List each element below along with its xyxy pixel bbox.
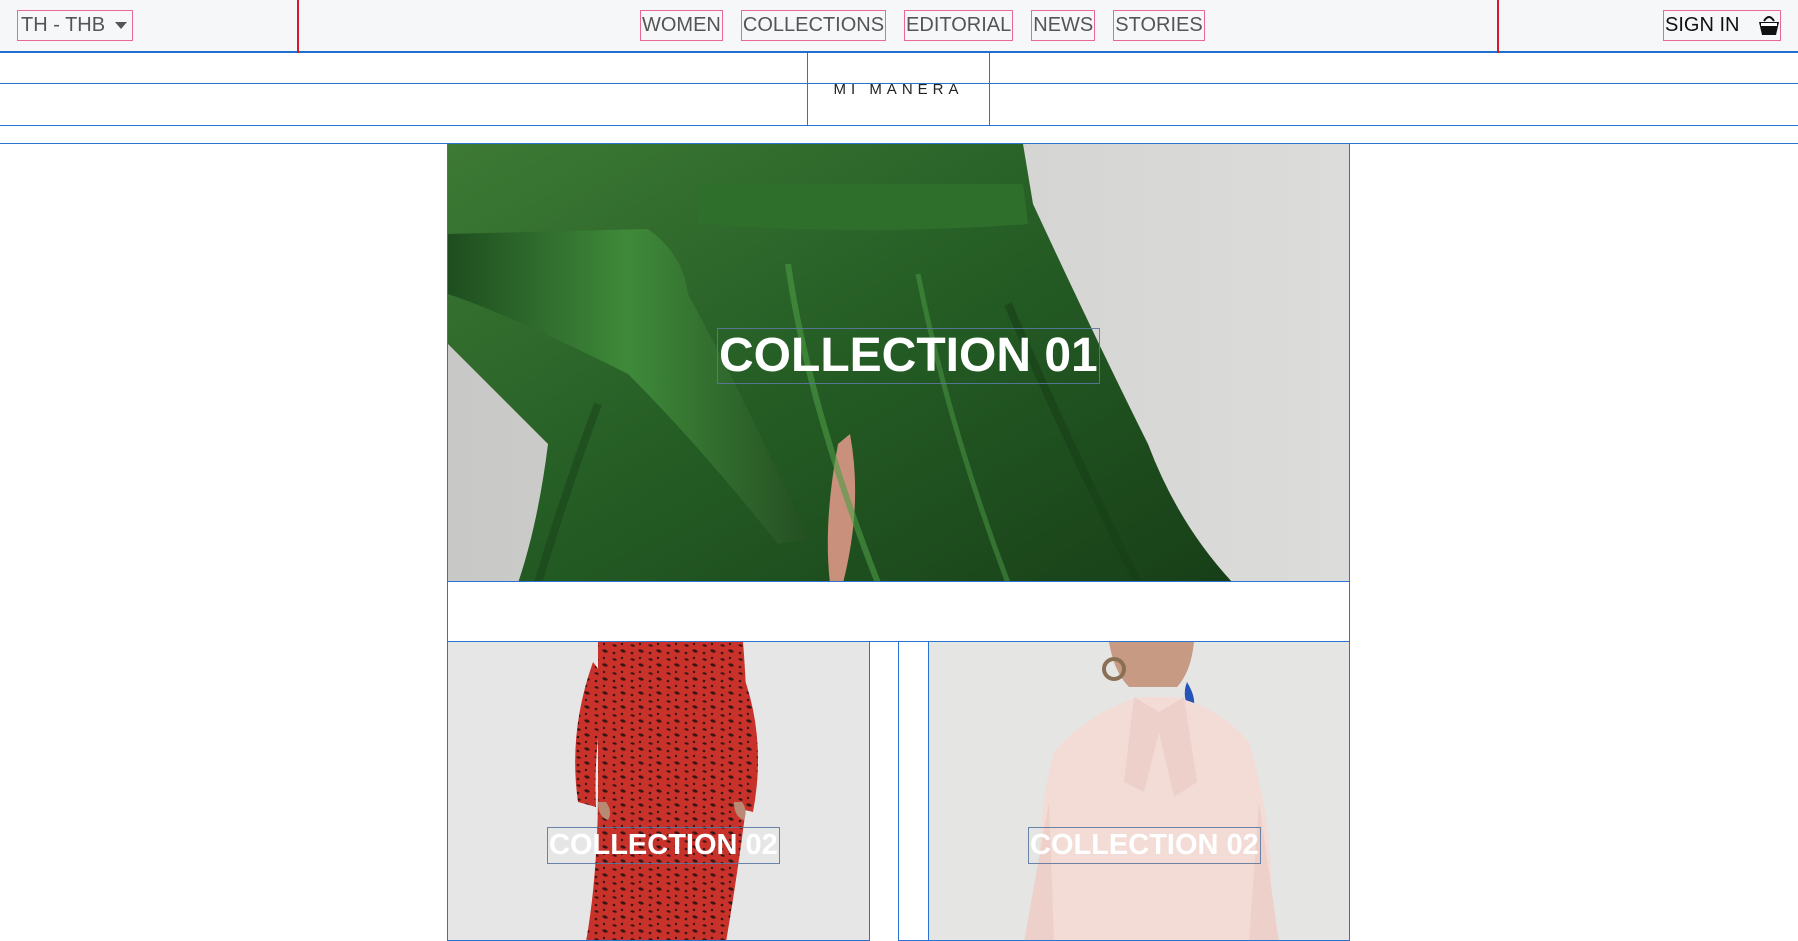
main-nav: WOMEN COLLECTIONS EDITORIAL NEWS STORIES: [640, 10, 1205, 41]
collection-title[interactable]: COLLECTION 02: [1028, 827, 1261, 864]
collection-image: [929, 642, 1349, 940]
nav-item-stories[interactable]: STORIES: [1113, 10, 1205, 41]
collection-title[interactable]: COLLECTION 02: [547, 827, 780, 864]
sign-in-link[interactable]: SIGN IN: [1665, 14, 1739, 37]
divider: [297, 0, 299, 53]
chevron-down-icon: [115, 22, 128, 29]
nav-item-collections[interactable]: COLLECTIONS: [740, 10, 887, 41]
divider: [898, 641, 929, 941]
brand-logo: MI MANERA: [833, 80, 964, 98]
collection-title[interactable]: COLLECTION 01: [717, 328, 1100, 384]
collection-tile[interactable]: COLLECTION 02: [447, 641, 870, 941]
nav-item-women[interactable]: WOMEN: [640, 10, 723, 41]
currency-label: TH - THB: [21, 14, 106, 36]
account-area: SIGN IN: [1663, 10, 1781, 41]
logo-link[interactable]: MI MANERA: [807, 53, 990, 126]
currency-selector[interactable]: TH - THB: [17, 10, 134, 41]
divider: [1497, 0, 1499, 53]
nav-item-news[interactable]: NEWS: [1031, 10, 1096, 41]
top-bar: TH - THB WOMEN COLLECTIONS EDITORIAL NEW…: [0, 0, 1798, 53]
spacer: [447, 581, 1350, 642]
collection-image: [448, 642, 869, 940]
shopping-bag-icon[interactable]: [1758, 13, 1780, 37]
collection-tile[interactable]: COLLECTION 02: [928, 641, 1350, 941]
nav-item-editorial[interactable]: EDITORIAL: [904, 10, 1014, 41]
collection-hero[interactable]: COLLECTION 01: [447, 143, 1350, 582]
